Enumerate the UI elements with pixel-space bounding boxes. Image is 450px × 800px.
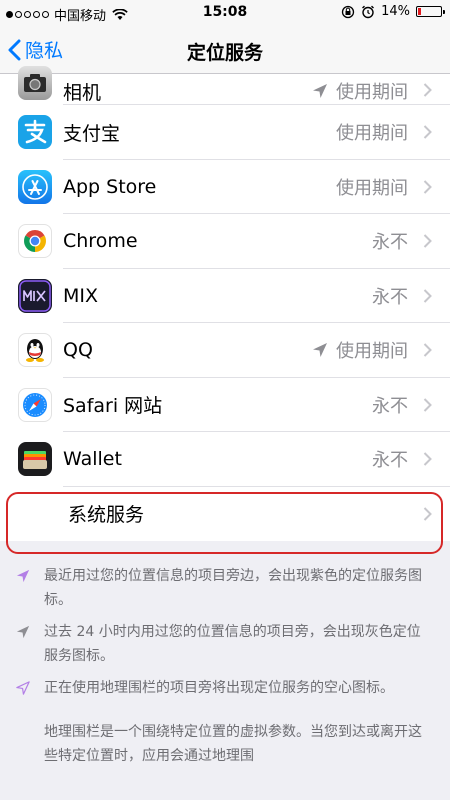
note-outline-arrow: 正在使用地理围栏的项目旁将出现定位服务的空心图标。: [0, 676, 450, 700]
location-arrow-icon: [313, 343, 327, 358]
chevron-right-icon: [423, 289, 432, 303]
app-name: QQ: [63, 339, 93, 362]
permission-value: 永不: [372, 283, 408, 309]
permission-value-text: 永不: [372, 395, 408, 417]
status-bar: 中国移动 15:08 14%: [0, 0, 450, 26]
app-row-mix[interactable]: MIX 永不: [0, 269, 450, 323]
app-row-qq[interactable]: QQ 使用期间: [0, 323, 450, 378]
page-title: 定位服务: [186, 42, 263, 64]
app-name: 支付宝: [63, 122, 121, 145]
note-purple-arrow: 最近用过您的位置信息的项目旁边，会出现紫色的定位服务图标。: [0, 564, 450, 612]
chevron-right-icon: [423, 452, 432, 466]
chevron-right-icon: [423, 125, 432, 139]
permission-value: 使用期间: [312, 78, 408, 104]
location-arrow-icon: [313, 84, 327, 98]
app-name: App Store: [63, 175, 157, 198]
geofence-description: 地理围栏是一个围绕特定位置的虚拟参数。当您到达或离开这些特定位置时，应用会通过地…: [44, 724, 422, 764]
location-arrow-purple-icon: [16, 569, 30, 583]
status-right: 14%: [341, 4, 445, 19]
permission-value-text: 使用期间: [336, 341, 408, 363]
app-store-icon: [18, 169, 52, 204]
permission-value-text: 使用期间: [336, 123, 408, 145]
alarm-icon: [362, 5, 375, 18]
app-name: Safari 网站: [63, 395, 163, 418]
permission-value: 永不: [372, 392, 408, 418]
app-name: Chrome: [63, 230, 138, 253]
rotation-lock-icon: [341, 5, 355, 18]
location-arrow-gray-icon: [16, 625, 30, 639]
permission-value-text: 永不: [372, 286, 408, 308]
highlight-outline: [6, 492, 443, 554]
wallet-icon: [18, 442, 52, 477]
alipay-icon: [18, 115, 52, 150]
permission-value: 使用期间: [312, 337, 408, 363]
note-text: 正在使用地理围栏的项目旁将出现定位服务的空心图标。: [44, 680, 394, 696]
permission-value-text: 永不: [372, 450, 408, 472]
app-row-wallet[interactable]: Wallet 永不: [0, 432, 450, 487]
app-list: 相机 使用期间 支付宝 使用期间 App Store 使用期间 Chrome 永…: [0, 66, 450, 541]
camera-icon: [18, 66, 52, 100]
note-text: 最近用过您的位置信息的项目旁边，会出现紫色的定位服务图标。: [44, 568, 422, 608]
app-name: Wallet: [63, 448, 122, 471]
battery-percent: 14%: [381, 4, 410, 19]
permission-value-text: 使用期间: [336, 82, 408, 103]
chevron-right-icon: [423, 82, 432, 97]
chrome-icon: [18, 224, 52, 259]
chevron-right-icon: [423, 234, 432, 248]
app-name: 相机: [63, 82, 102, 104]
note-text: 过去 24 小时内用过您的位置信息的项目旁，会出现灰色定位服务图标。: [44, 624, 421, 664]
app-row-alipay[interactable]: 支付宝 使用期间: [0, 105, 450, 160]
app-row-chrome[interactable]: Chrome 永不: [0, 214, 450, 269]
mix-icon: [18, 278, 52, 313]
permission-value: 使用期间: [336, 174, 408, 200]
permission-value-text: 使用期间: [336, 177, 408, 199]
navigation-bar: 隐私 定位服务: [0, 26, 450, 74]
app-row-safari[interactable]: Safari 网站 永不: [0, 378, 450, 432]
chevron-right-icon: [423, 343, 432, 357]
footer-notes: 最近用过您的位置信息的项目旁边，会出现紫色的定位服务图标。 过去 24 小时内用…: [0, 556, 450, 768]
qq-icon: [18, 333, 52, 368]
chevron-right-icon: [423, 398, 432, 412]
permission-value: 使用期间: [336, 119, 408, 145]
permission-value: 永不: [372, 228, 408, 254]
app-row-app-store[interactable]: App Store 使用期间: [0, 160, 450, 214]
note-gray-arrow: 过去 24 小时内用过您的位置信息的项目旁，会出现灰色定位服务图标。: [0, 620, 450, 668]
safari-icon: [18, 387, 52, 422]
permission-value-text: 永不: [372, 232, 408, 254]
permission-value: 永不: [372, 446, 408, 472]
battery-icon: [416, 6, 445, 17]
chevron-right-icon: [423, 180, 432, 194]
app-row-camera[interactable]: 相机 使用期间: [0, 66, 450, 105]
location-arrow-outline-icon: [16, 681, 30, 695]
app-name: MIX: [63, 284, 99, 307]
